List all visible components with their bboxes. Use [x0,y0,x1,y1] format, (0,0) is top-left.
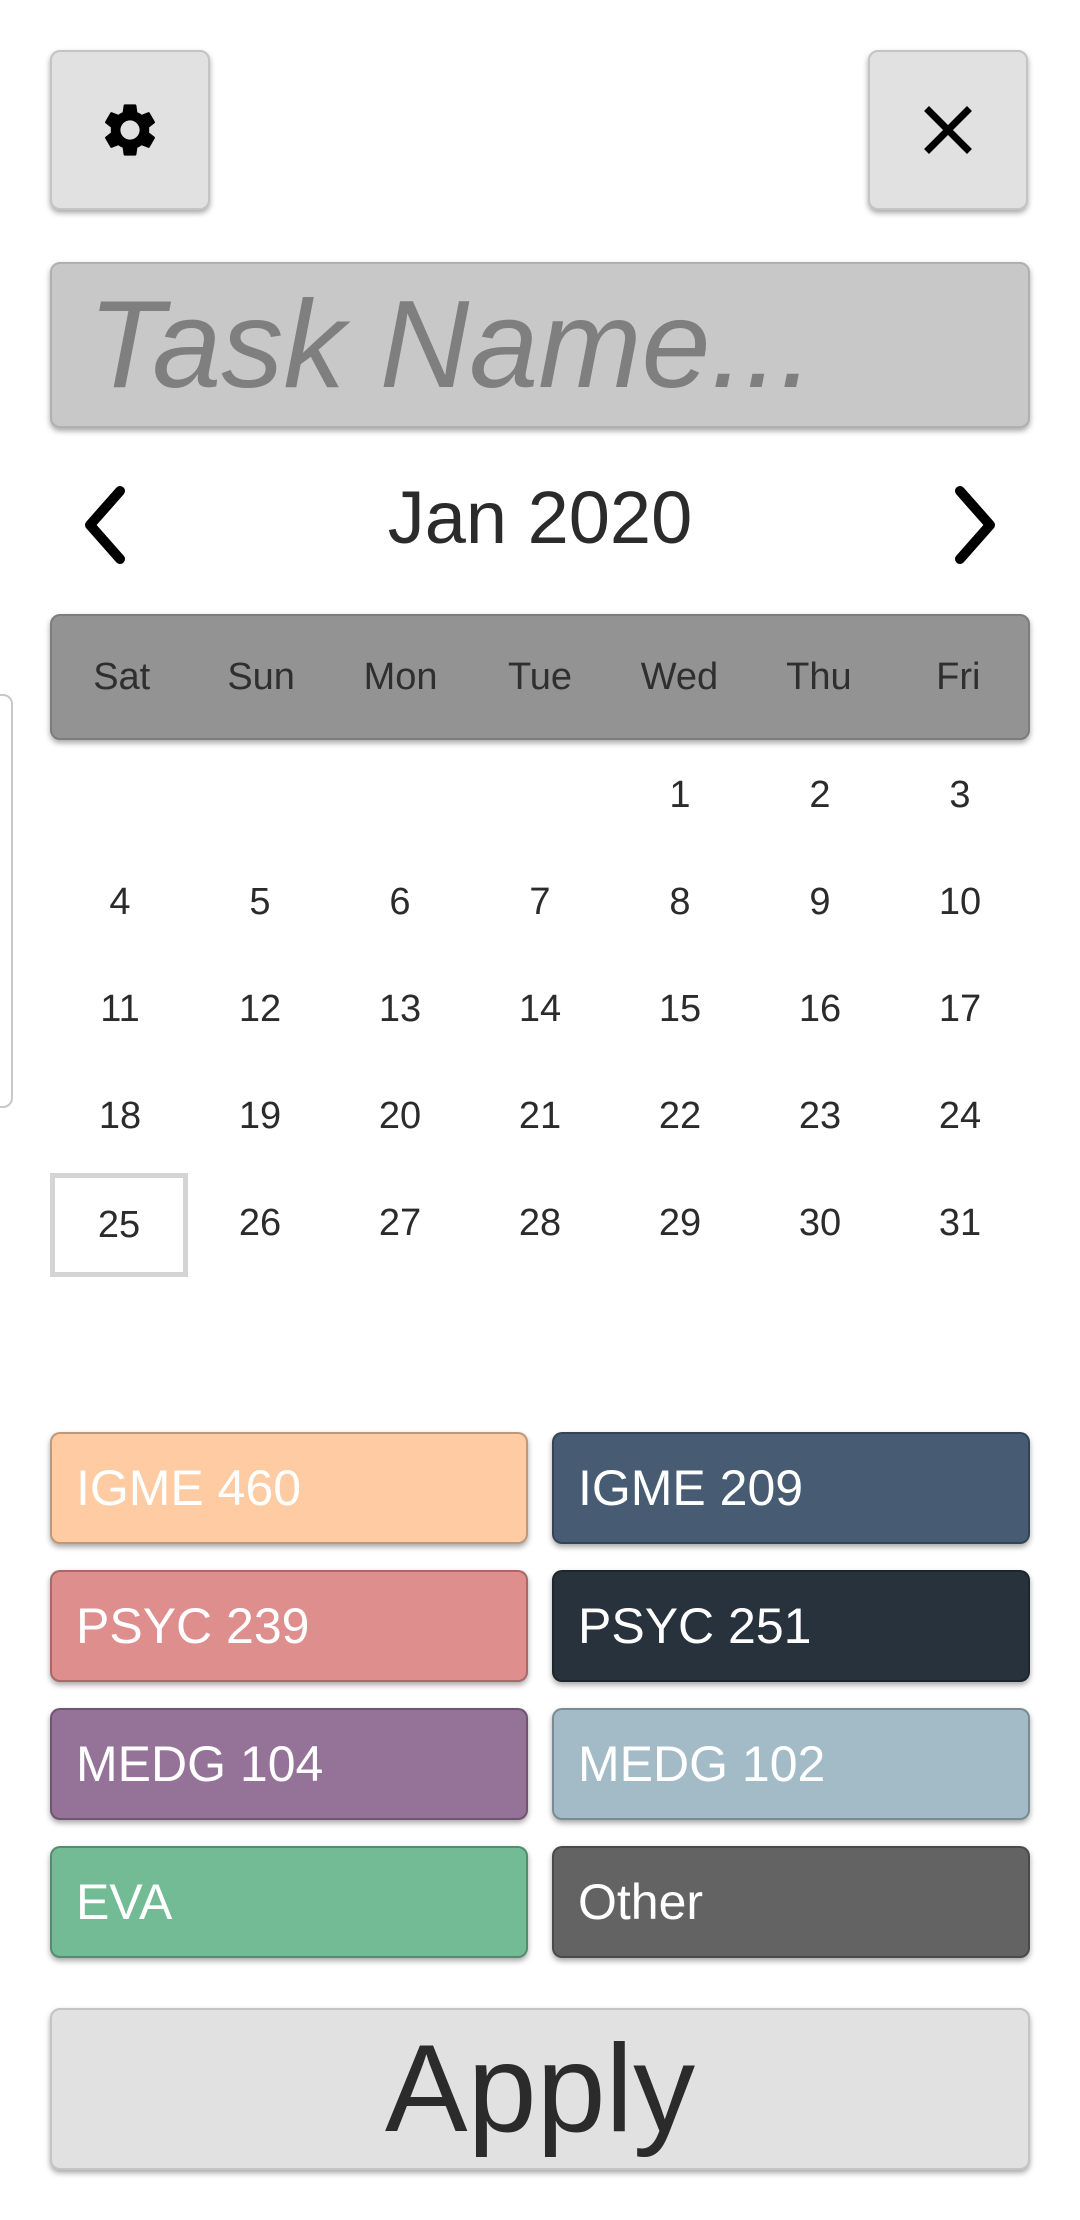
day-blank [50,742,190,849]
day-cell[interactable]: 3 [890,742,1030,849]
month-title: Jan 2020 [387,476,693,559]
day-cell[interactable]: 26 [190,1170,330,1277]
weekday-label: Wed [640,655,719,698]
day-cell[interactable]: 22 [610,1063,750,1170]
course-button[interactable]: EVA [50,1846,528,1958]
close-button[interactable] [868,50,1028,210]
day-cell[interactable]: 21 [470,1063,610,1170]
chevron-right-icon [955,486,995,564]
day-cell[interactable]: 27 [330,1170,470,1277]
course-button[interactable]: IGME 460 [50,1432,528,1544]
day-cell[interactable]: 24 [890,1063,1030,1170]
day-cell[interactable]: 19 [190,1063,330,1170]
day-cell[interactable]: 4 [50,849,190,956]
day-cell[interactable]: 20 [330,1063,470,1170]
course-button[interactable]: MEDG 104 [50,1708,528,1820]
day-cell[interactable]: 1 [610,742,750,849]
day-cell[interactable]: 14 [470,956,610,1063]
day-cell[interactable]: 7 [470,849,610,956]
day-blank [470,742,610,849]
day-cell[interactable]: 30 [750,1170,890,1277]
day-cell[interactable]: 28 [470,1170,610,1277]
weekday-label: Mon [363,655,438,698]
day-cell[interactable]: 2 [750,742,890,849]
day-blank [190,742,330,849]
course-button[interactable]: PSYC 251 [552,1570,1030,1682]
calendar-days: 1 2 3 4 5 6 7 8 9 10 11 12 13 14 15 16 17 18 19 20 21 22 23 24 2… [50,742,1030,1277]
course-button[interactable]: Other [552,1846,1030,1958]
side-panel-edge [0,694,13,1108]
day-cell[interactable]: 29 [610,1170,750,1277]
weekday-label: Sat [93,655,151,698]
next-month-button[interactable] [930,480,1020,570]
day-cell[interactable]: 17 [890,956,1030,1063]
day-cell[interactable]: 11 [50,956,190,1063]
day-cell[interactable]: 18 [50,1063,190,1170]
day-cell[interactable]: 6 [330,849,470,956]
course-button[interactable]: MEDG 102 [552,1708,1030,1820]
day-cell-selected[interactable]: 25 [50,1173,188,1277]
weekday-header: Sat Sun Mon Tue Wed Thu Fri [50,614,1030,740]
task-name-input[interactable] [50,262,1030,428]
course-button[interactable]: IGME 209 [552,1432,1030,1544]
day-cell[interactable]: 12 [190,956,330,1063]
day-cell[interactable]: 9 [750,849,890,956]
course-tags: IGME 460 IGME 209 PSYC 239 PSYC 251 MEDG 104… [50,1432,1030,1958]
weekday-label: Tue [507,655,573,698]
weekday-label: Thu [786,655,852,698]
day-cell[interactable]: 5 [190,849,330,956]
day-cell[interactable]: 10 [890,849,1030,956]
course-button[interactable]: PSYC 239 [50,1570,528,1682]
close-icon [924,106,972,154]
weekday-label: Fri [936,655,981,698]
settings-button[interactable] [50,50,210,210]
day-cell[interactable]: 16 [750,956,890,1063]
day-cell[interactable]: 8 [610,849,750,956]
apply-button[interactable]: Apply [50,2008,1030,2170]
day-cell[interactable]: 23 [750,1063,890,1170]
gear-icon [105,104,155,156]
day-cell[interactable]: 31 [890,1170,1030,1277]
day-cell[interactable]: 13 [330,956,470,1063]
weekday-label: Sun [227,655,295,698]
day-blank [330,742,470,849]
day-cell[interactable]: 15 [610,956,750,1063]
